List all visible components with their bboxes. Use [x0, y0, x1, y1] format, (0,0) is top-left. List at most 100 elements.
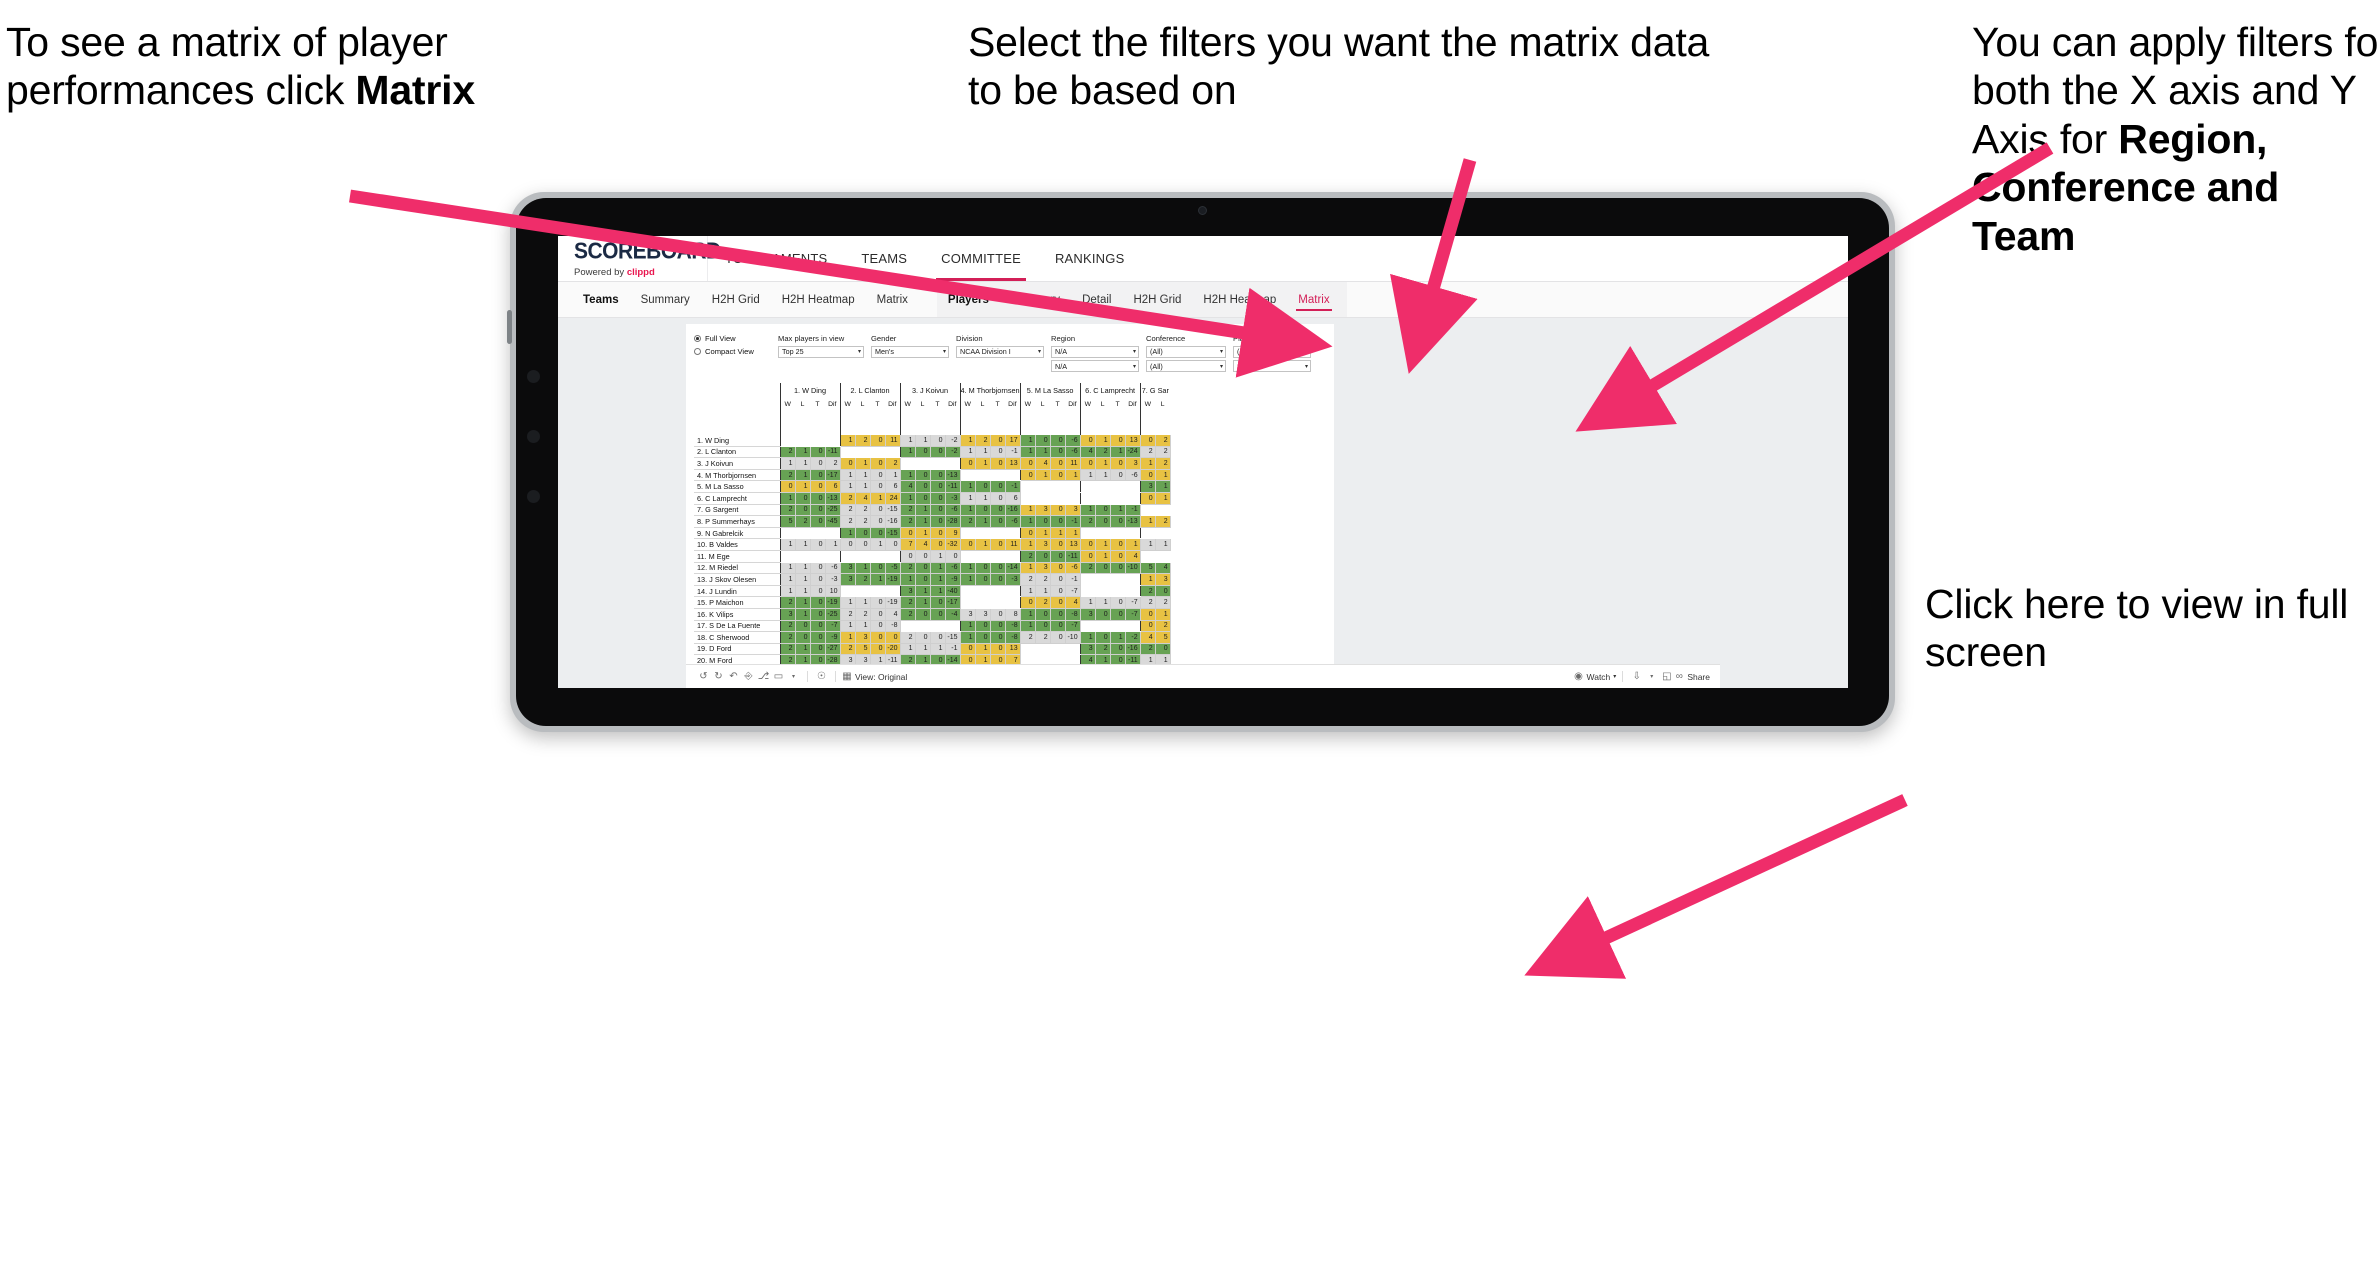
matrix-cell: 2 — [1035, 573, 1051, 586]
filter-gender-select[interactable]: Men's ▾ — [871, 345, 949, 358]
matrix-cell-empty — [870, 446, 885, 459]
pause-updates-icon[interactable]: ⎇ — [756, 669, 771, 684]
matrix-cell: 1 — [1079, 596, 1096, 609]
matrix-cell: 2 — [899, 596, 916, 609]
viz-bottom-toolbar: ↺ ↻ ↶ ⎆ ⎇ ▭ ▾ ☉ ▦ View: Original ◉ Watch… — [686, 664, 1720, 688]
filter-conference-y-select[interactable]: (All) ▾ — [1146, 360, 1226, 372]
matrix-cell: 0 — [1035, 550, 1051, 563]
filter-conference-x-select[interactable]: (All) ▾ — [1146, 345, 1226, 358]
matrix-cell: 1 — [959, 446, 976, 459]
brand-logo[interactable]: SCOREBOARD Powered by clippd — [558, 236, 721, 281]
matrix-cell: 1 — [930, 643, 946, 656]
matrix-cell-empty — [1110, 620, 1126, 633]
topnav-teams[interactable]: TEAMS — [844, 236, 924, 281]
matrix-cell: 1 — [839, 527, 856, 540]
subnav-teams-h2h-grid[interactable]: H2H Grid — [701, 282, 771, 317]
matrix-cell: 0 — [1050, 596, 1066, 609]
matrix-cell: 2 — [1139, 596, 1156, 609]
matrix-cell: -7 — [1065, 585, 1081, 598]
matrix-spacer — [990, 411, 1005, 435]
radio-full-view[interactable]: Full View — [694, 334, 768, 343]
matrix-cell: 0 — [1110, 515, 1126, 528]
matrix-cell: -1 — [1005, 480, 1021, 493]
help-icon[interactable]: ☉ — [814, 669, 829, 684]
matrix-cell: 1 — [930, 573, 946, 586]
callout-fullscreen-text: Click here to view in full screen — [1925, 581, 2349, 676]
matrix-cell: 1 — [1035, 446, 1051, 459]
subnav-players-matrix[interactable]: Matrix — [1287, 282, 1340, 317]
filter-max-players-select[interactable]: Top 25 ▾ — [778, 345, 864, 358]
matrix-cell-empty — [1050, 643, 1066, 656]
matrix-cell-empty — [1035, 643, 1051, 656]
matrix-cell: -11 — [825, 446, 841, 459]
watch-button[interactable]: ◉ Watch ▾ — [1574, 669, 1616, 684]
filter-division-select[interactable]: NCAA Division I ▾ — [956, 345, 1044, 358]
matrix-cell: 0 — [1050, 562, 1066, 575]
radio-compact-view[interactable]: Compact View — [694, 347, 768, 356]
matrix-cell: 0 — [1019, 457, 1036, 470]
subnav-teams-matrix[interactable]: Matrix — [866, 282, 919, 317]
matrix-cell: 0 — [870, 631, 886, 644]
topnav-tournaments[interactable]: TOURNAMENTS — [708, 236, 844, 281]
matrix-row: 3. J Koivun 1 1 0 2 0 1 0 2 0 1 0 13 0 4 0 11 0 1 0 3 1 2 — [694, 457, 1171, 470]
refresh-data-icon[interactable]: ⎆ — [741, 669, 756, 684]
matrix-cell: 1 — [870, 492, 886, 505]
revert-icon[interactable]: ↶ — [726, 669, 741, 684]
matrix-cell-empty — [810, 434, 825, 447]
matrix-cell: 0 — [930, 469, 946, 482]
filter-region-y-select[interactable]: N/A ▾ — [1051, 360, 1139, 372]
toolbar-divider-1 — [807, 671, 808, 682]
redo-icon[interactable]: ↻ — [711, 669, 726, 684]
subnav-teams-h2h-heatmap[interactable]: H2H Heatmap — [771, 282, 866, 317]
matrix-cell: 2 — [1019, 631, 1036, 644]
chevron-down-icon[interactable]: ▾ — [786, 669, 801, 684]
filter-players-x-select[interactable]: (All) ▾ — [1233, 345, 1311, 358]
subnav-players-summary[interactable]: Summary — [1000, 282, 1071, 317]
chevron-down-icon[interactable]: ▾ — [1644, 669, 1659, 684]
matrix-cell: 1 — [915, 585, 931, 598]
matrix-cell: 2 — [1155, 457, 1171, 470]
matrix-header-spacer-row — [694, 410, 1170, 435]
view-original-button[interactable]: ▦ View: Original — [842, 669, 907, 684]
custom-view-icon: ▦ — [842, 671, 852, 682]
subnav-players-h2h-grid[interactable]: H2H Grid — [1122, 282, 1192, 317]
matrix-cell: 1 — [959, 573, 976, 586]
subnav-players-h2h-heatmap[interactable]: H2H Heatmap — [1192, 282, 1287, 317]
matrix-cell: 2 — [779, 643, 796, 656]
matrix-cell: 2 — [855, 573, 871, 586]
matrix-spacer — [915, 411, 930, 435]
view-original-icon[interactable]: ▭ — [771, 669, 786, 684]
matrix-row-label: 5. M La Sasso — [694, 480, 780, 493]
app-header: SCOREBOARD Powered by clippd TOURNAMENTS… — [558, 236, 1848, 282]
matrix-cell: 0 — [975, 504, 991, 517]
subnav-teams-summary[interactable]: Summary — [630, 282, 701, 317]
matrix-subheader-dif: Dif — [1128, 400, 1137, 408]
topnav-committee[interactable]: COMMITTEE — [924, 236, 1038, 281]
matrix-cell: -15 — [885, 527, 901, 540]
subnav-players-detail[interactable]: Detail — [1071, 282, 1122, 317]
matrix-col-header: 5. M La Sasso — [1019, 382, 1081, 398]
matrix-cell: 1 — [1019, 446, 1036, 459]
matrix-cell: 2 — [779, 631, 796, 644]
matrix-cell: 0 — [1095, 562, 1111, 575]
chevron-down-icon: ▾ — [857, 349, 861, 355]
filter-region-x-select[interactable]: N/A ▾ — [1051, 345, 1139, 358]
matrix-cell: 1 — [1035, 469, 1051, 482]
matrix-cell: 0 — [990, 538, 1006, 551]
topnav-rankings[interactable]: RANKINGS — [1038, 236, 1142, 281]
matrix-cell: 1 — [1019, 608, 1036, 621]
undo-icon[interactable]: ↺ — [696, 669, 711, 684]
matrix-cell: 0 — [1110, 469, 1126, 482]
share-button[interactable]: ∞ Share — [1674, 669, 1710, 684]
toolbar-divider-2 — [835, 671, 836, 682]
download-icon[interactable]: ⇩ — [1629, 669, 1644, 684]
matrix-row: 7. G Sargent 2 0 0 -25 2 2 0 -15 2 1 0 -6 1 0 0 -16 1 3 0 3 1… — [694, 504, 1171, 517]
fullscreen-icon[interactable]: ◱ — [1659, 669, 1674, 684]
matrix-cell: 0 — [990, 457, 1006, 470]
matrix-cell: 0 — [855, 527, 871, 540]
matrix-scroll-area[interactable]: 1. W Ding 2. L Clanton 3. J Koivun 4. M Tho… — [686, 382, 1334, 667]
filter-players-y-select[interactable]: (All) ▾ — [1233, 360, 1311, 372]
matrix-cell-empty — [1079, 573, 1096, 586]
matrix-cell: 1 — [959, 492, 976, 505]
matrix-cell: 0 — [1050, 457, 1066, 470]
